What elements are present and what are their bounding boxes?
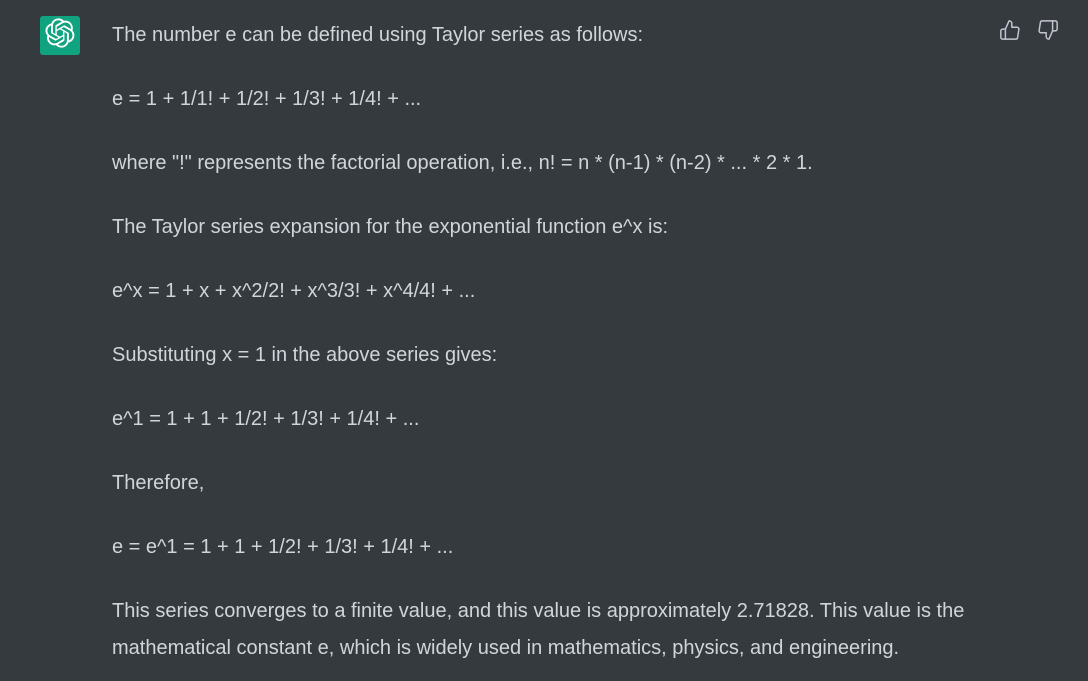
message-paragraph: This series converges to a finite value,… xyxy=(112,600,970,659)
assistant-avatar xyxy=(40,16,80,55)
assistant-message: The number e can be defined using Taylor… xyxy=(112,17,992,667)
openai-logo-icon xyxy=(45,18,75,53)
feedback-buttons xyxy=(998,19,1060,46)
message-paragraph: where "!" represents the factorial opera… xyxy=(112,152,813,174)
message-paragraph: e = 1 + 1/1! + 1/2! + 1/3! + 1/4! + ... xyxy=(112,88,422,110)
thumbs-down-button[interactable] xyxy=(1036,19,1060,46)
message-paragraph: e^1 = 1 + 1 + 1/2! + 1/3! + 1/4! + ... xyxy=(112,408,420,430)
message-paragraph: Substituting x = 1 in the above series g… xyxy=(112,344,498,366)
message-paragraph: e = e^1 = 1 + 1 + 1/2! + 1/3! + 1/4! + .… xyxy=(112,536,454,558)
message-paragraph: The Taylor series expansion for the expo… xyxy=(112,216,668,238)
thumbs-down-icon xyxy=(1037,19,1059,46)
thumbs-up-icon xyxy=(999,19,1021,46)
message-paragraph: e^x = 1 + x + x^2/2! + x^3/3! + x^4/4! +… xyxy=(112,280,476,302)
chat-message-row: The number e can be defined using Taylor… xyxy=(0,0,1088,681)
message-paragraph: The number e can be defined using Taylor… xyxy=(112,24,644,46)
thumbs-up-button[interactable] xyxy=(998,19,1022,46)
message-paragraph: Therefore, xyxy=(112,472,205,494)
